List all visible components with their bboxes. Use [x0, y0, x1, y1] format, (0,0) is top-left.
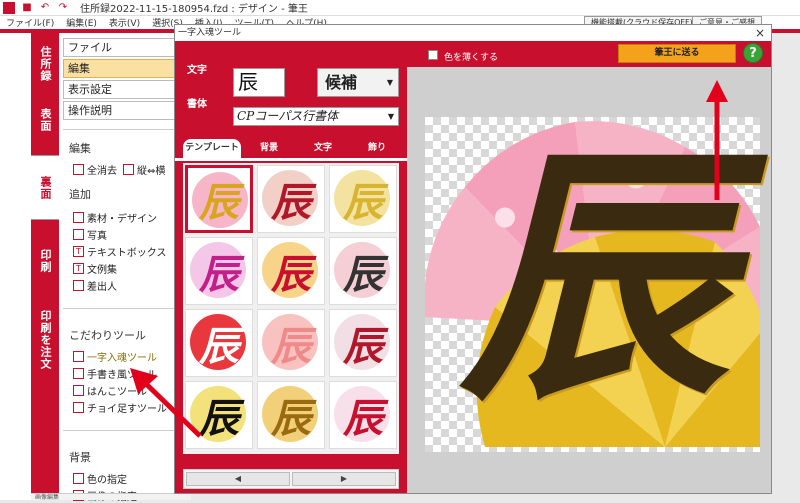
annotation-arrow-up: [706, 80, 728, 200]
annotation-overlay: [130, 80, 728, 438]
annotation-arrow-left: [130, 368, 202, 438]
